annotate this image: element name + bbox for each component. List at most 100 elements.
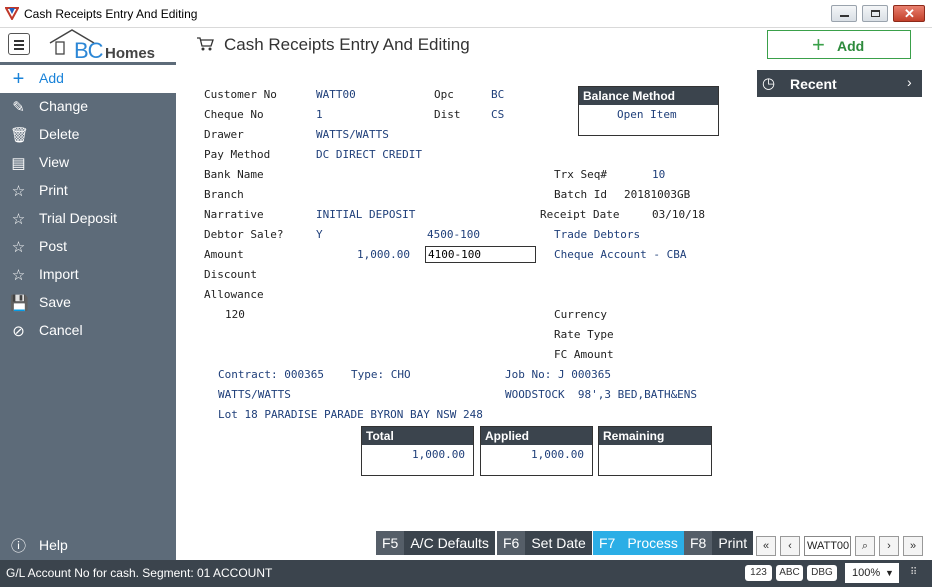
sidebar-item-label: Trial Deposit — [39, 210, 118, 226]
fkey-code: F6 — [497, 531, 526, 555]
cheque-no-label: Cheque No — [204, 108, 264, 121]
sidebar-item-view[interactable]: ▤ View — [0, 149, 176, 177]
title-bar: Cash Receipts Entry And Editing ✕ — [0, 0, 932, 28]
previous-record-button[interactable]: ‹ — [780, 536, 800, 556]
zoom-select[interactable]: 100% ▼ — [845, 563, 899, 583]
app-icon — [5, 7, 19, 20]
sidebar-item-delete[interactable]: 🗑 Delete — [0, 121, 176, 149]
sidebar-item-cancel[interactable]: ⊘ Cancel — [0, 317, 176, 345]
debtor-sale-value[interactable]: Y — [316, 228, 323, 241]
close-icon: ✕ — [904, 6, 915, 21]
help-button[interactable]: ⓘ Help — [0, 532, 176, 560]
trx-seq-value: 10 — [652, 168, 666, 181]
cheque-no-value[interactable]: 1 — [316, 108, 323, 121]
sidebar-item-add[interactable]: + Add — [0, 65, 176, 93]
applied-box: Applied 1,000.00 — [480, 426, 593, 476]
next-record-button[interactable]: › — [879, 536, 899, 556]
opc-value[interactable]: BC — [491, 88, 504, 101]
balance-method-box: Balance Method Open Item — [578, 86, 719, 136]
numeric-mode-badge[interactable]: 123 — [745, 565, 772, 581]
add-button[interactable]: + Add — [767, 30, 911, 59]
company-logo: BC Homes — [48, 28, 168, 63]
branch-label: Branch — [204, 188, 244, 201]
rate-type-label: Rate Type — [554, 328, 614, 341]
gl-account-value: 4100-100 — [428, 248, 481, 261]
drawer-label: Drawer — [204, 128, 244, 141]
sidebar-item-trial-deposit[interactable]: ☆ Trial Deposit — [0, 205, 176, 233]
gl-account-name: Cheque Account - CBA — [554, 248, 687, 261]
sidebar-item-save[interactable]: 💾 Save — [0, 289, 176, 317]
contract-name: WATTS/WATTS — [218, 388, 291, 401]
record-lookup-value: WATT00 — [807, 540, 850, 552]
logo-bc: BC — [74, 38, 104, 63]
info-icon: ⓘ — [10, 538, 26, 555]
debtor-sale-label: Debtor Sale? — [204, 228, 284, 241]
maximize-button[interactable] — [862, 5, 888, 22]
search-record-button[interactable]: ⌕ — [855, 536, 875, 556]
recent-label: Recent — [790, 76, 837, 92]
record-lookup-input[interactable]: WATT00 — [804, 536, 851, 556]
maximize-icon — [871, 10, 880, 17]
fkey-label: Process — [627, 535, 678, 551]
zoom-value: 100% — [852, 567, 881, 579]
save-icon: 💾 — [10, 295, 29, 312]
trash-icon: 🗑 — [10, 127, 30, 144]
applied-title: Applied — [481, 427, 592, 445]
star-icon: ☆ — [11, 267, 26, 284]
customer-no-label: Customer No — [204, 88, 277, 101]
balance-method-value: Open Item — [617, 108, 677, 121]
menu-icon — [14, 40, 24, 42]
dist-label: Dist — [434, 108, 461, 121]
contract-description: WOODSTOCK 98',3 BED,BATH&ENS — [505, 388, 698, 401]
sidebar-item-post[interactable]: ☆ Post — [0, 233, 176, 261]
sidebar-item-print[interactable]: ☆ Print — [0, 177, 176, 205]
alpha-mode-badge[interactable]: ABC — [776, 565, 803, 581]
last-record-button[interactable]: » — [903, 536, 923, 556]
double-chevron-right-icon: » — [909, 540, 917, 552]
help-label: Help — [39, 537, 68, 553]
plus-icon: + — [12, 68, 25, 90]
add-button-label: Add — [837, 38, 865, 54]
recent-panel-toggle[interactable]: ◷ Recent › — [757, 70, 922, 97]
search-icon: ⌕ — [861, 540, 869, 552]
receipt-date-value[interactable]: 03/10/18 — [652, 208, 705, 221]
minimize-button[interactable] — [831, 5, 857, 22]
customer-no-value[interactable]: WATT00 — [316, 88, 356, 101]
allowance-label: Allowance — [204, 288, 264, 301]
debtor-account-value[interactable]: 4500-100 — [427, 228, 480, 241]
fc-amount-label: FC Amount — [554, 348, 614, 361]
sidebar-item-change[interactable]: ✎ Change — [0, 93, 176, 121]
opc-label: Opc — [434, 88, 454, 101]
total-title: Total — [362, 427, 473, 445]
pay-method-value[interactable]: DC DIRECT CREDIT — [316, 148, 422, 161]
menu-icon-line — [14, 44, 24, 46]
currency-label: Currency — [554, 308, 607, 321]
resize-grip-icon[interactable]: ⠿ — [910, 567, 917, 578]
close-button[interactable]: ✕ — [893, 5, 925, 22]
dist-value[interactable]: CS — [491, 108, 504, 121]
print-button[interactable]: F8 Print — [684, 531, 754, 555]
sidebar-item-label: Add — [39, 70, 64, 86]
chevron-right-icon: › — [887, 540, 891, 552]
narrative-value[interactable]: INITIAL DEPOSIT — [316, 208, 415, 221]
allowance-value[interactable]: 120 — [225, 308, 245, 321]
contract-type: Type: CHO — [351, 368, 411, 381]
gl-account-input[interactable]: 4100-100 — [425, 246, 536, 263]
process-button[interactable]: F7 Process — [593, 531, 684, 555]
amount-value[interactable]: 1,000.00 — [357, 248, 410, 261]
ac-defaults-button[interactable]: F5 A/C Defaults — [376, 531, 495, 555]
chevron-left-icon: ‹ — [788, 540, 792, 552]
set-date-button[interactable]: F6 Set Date — [497, 531, 592, 555]
first-record-button[interactable]: « — [756, 536, 776, 556]
batch-id-value: 20181003GB — [624, 188, 691, 201]
star-icon: ☆ — [11, 239, 26, 256]
total-box: Total 1,000.00 — [361, 426, 474, 476]
bank-name-label: Bank Name — [204, 168, 264, 181]
applied-value: 1,000.00 — [531, 448, 584, 461]
sidebar-item-import[interactable]: ☆ Import — [0, 261, 176, 289]
debtor-account-name: Trade Debtors — [554, 228, 641, 241]
chevron-down-icon: ▼ — [885, 568, 894, 578]
menu-button[interactable] — [8, 33, 30, 55]
debug-badge[interactable]: DBG — [807, 565, 837, 581]
drawer-value[interactable]: WATTS/WATTS — [316, 128, 389, 141]
